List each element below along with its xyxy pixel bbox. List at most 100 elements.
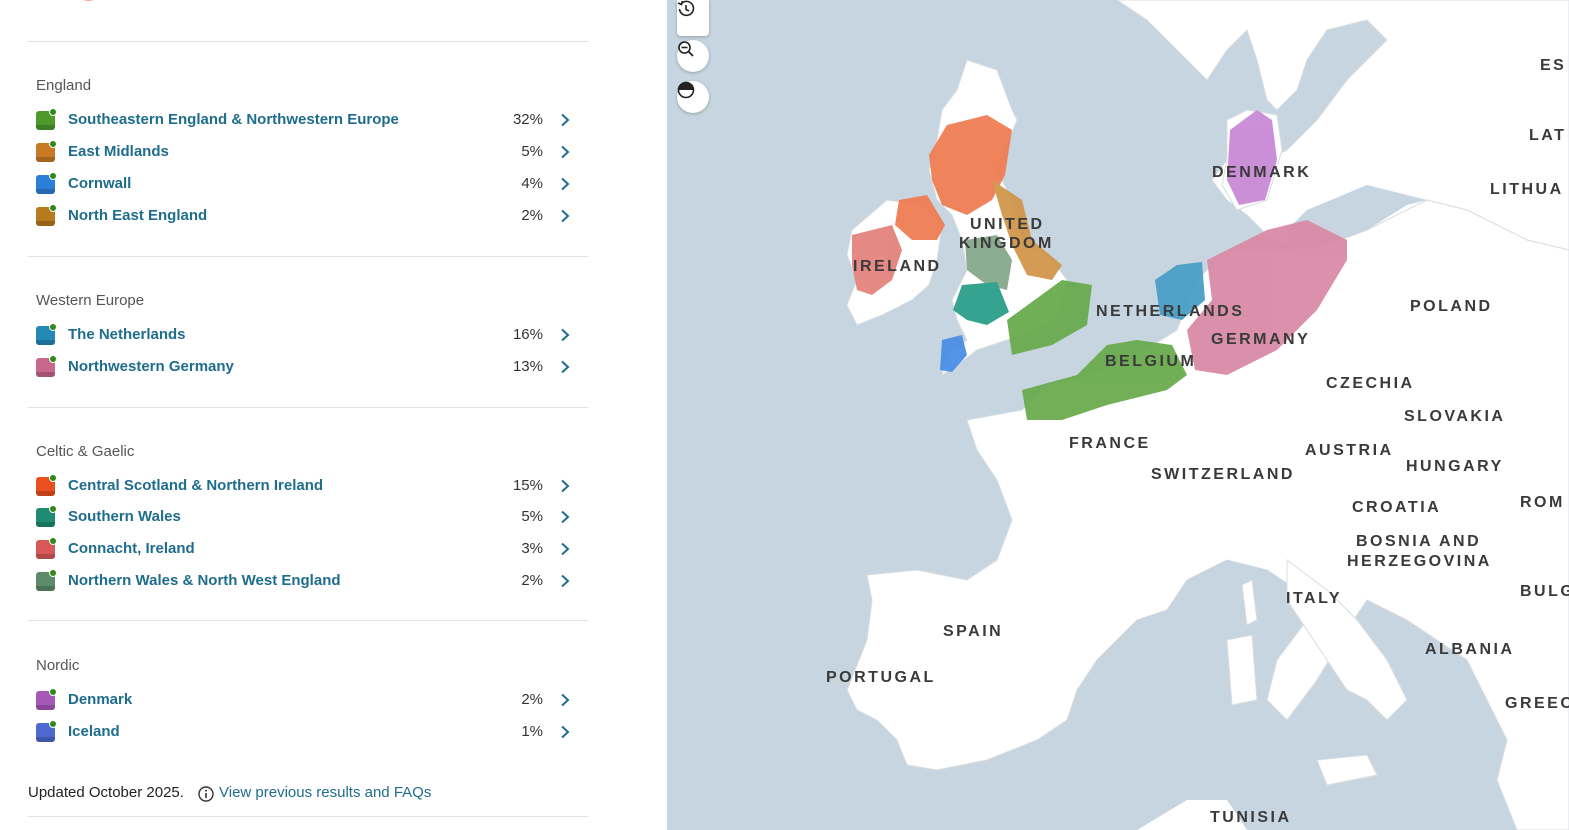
region-name[interactable]: Cornwall — [68, 175, 131, 192]
region-percentage: 4% — [521, 175, 543, 192]
map-label: LITHUA — [1490, 181, 1564, 198]
group-title: Nordic — [36, 657, 80, 674]
region-name[interactable]: Connacht, Ireland — [68, 540, 195, 557]
divider — [28, 816, 588, 817]
chevron-right-icon[interactable] — [558, 145, 572, 159]
map-label: DENMARK — [1212, 164, 1311, 181]
map-label: GERMANY — [1211, 331, 1310, 348]
ethnicity-map[interactable]: DENMARK UNITED KINGDOM IRELAND NETHERLANDS GE… — [667, 0, 1569, 830]
region-row[interactable]: Iceland 1% — [36, 720, 578, 744]
region-color-swatch — [36, 688, 57, 710]
region-color-swatch — [36, 505, 57, 527]
new-indicator-dot — [49, 108, 57, 116]
region-row[interactable]: Connacht, Ireland 3% — [36, 537, 578, 561]
chevron-right-icon[interactable] — [558, 360, 572, 374]
map-label: SPAIN — [943, 623, 1003, 640]
region-row[interactable]: Denmark 2% — [36, 688, 578, 712]
region-row[interactable]: The Netherlands 16% — [36, 323, 578, 347]
region-name[interactable]: Central Scotland & Northern Ireland — [68, 477, 323, 494]
previous-results-link[interactable]: View previous results and FAQs — [219, 784, 431, 801]
chevron-right-icon[interactable] — [558, 479, 572, 493]
region-row[interactable]: Cornwall 4% — [36, 172, 578, 196]
map-label: ALBANIA — [1425, 641, 1515, 658]
region-percentage: 5% — [521, 508, 543, 525]
group-title: England — [36, 77, 92, 94]
region-percentage: 13% — [512, 358, 543, 375]
map-label: GREEC — [1505, 695, 1569, 712]
region-name[interactable]: Southeastern England & Northwestern Euro… — [68, 111, 399, 128]
region-percentage: 3% — [521, 540, 543, 557]
region-name[interactable]: East Midlands — [68, 143, 169, 160]
region-color-swatch — [36, 355, 57, 377]
chevron-right-icon[interactable] — [558, 113, 572, 127]
updated-text: Updated October 2025. — [28, 784, 184, 801]
new-indicator-dot — [49, 323, 57, 331]
chevron-right-icon[interactable] — [558, 510, 572, 524]
region-name[interactable]: Northwestern Germany — [68, 358, 234, 375]
chevron-right-icon[interactable] — [558, 209, 572, 223]
map-label: FRANCE — [1069, 435, 1151, 452]
region-color-swatch — [36, 537, 57, 559]
region-percentage: 16% — [512, 326, 543, 343]
map-canvas[interactable]: DENMARK UNITED KINGDOM IRELAND NETHERLANDS GE… — [667, 0, 1569, 830]
region-percentage: 2% — [521, 207, 543, 224]
map-label: BOSNIA AND — [1356, 533, 1481, 550]
map-label: AUSTRIA — [1305, 442, 1394, 459]
chevron-right-icon[interactable] — [558, 177, 572, 191]
region-percentage: 2% — [521, 572, 543, 589]
map-label: NETHERLANDS — [1096, 303, 1244, 320]
contrast-button[interactable] — [677, 81, 709, 113]
map-label: CROATIA — [1352, 499, 1441, 516]
region-color-swatch — [36, 140, 57, 162]
region-percentage: 5% — [521, 143, 543, 160]
region-color-swatch — [36, 323, 57, 345]
region-row[interactable]: East Midlands 5% — [36, 140, 578, 164]
region-name[interactable]: The Netherlands — [68, 326, 186, 343]
region-percentage: 15% — [512, 477, 543, 494]
map-label: LAT — [1529, 127, 1566, 144]
new-indicator-dot — [49, 720, 57, 728]
new-indicator-dot — [49, 537, 57, 545]
zoom-out-button[interactable] — [677, 40, 709, 72]
chevron-right-icon[interactable] — [558, 542, 572, 556]
region-color-swatch — [36, 204, 57, 226]
group-title: Celtic & Gaelic — [36, 443, 135, 460]
new-indicator-dot — [49, 355, 57, 363]
new-indicator-dot — [49, 688, 57, 696]
region-name[interactable]: Southern Wales — [68, 508, 181, 525]
map-label: SWITZERLAND — [1151, 466, 1295, 483]
new-indicator-dot — [49, 569, 57, 577]
contrast-icon — [677, 81, 695, 99]
chevron-right-icon[interactable] — [558, 693, 572, 707]
region-color-swatch — [36, 172, 57, 194]
region-row[interactable]: Northwestern Germany 13% — [36, 355, 578, 379]
region-color-swatch — [36, 474, 57, 496]
region-row[interactable]: Southern Wales 5% — [36, 505, 578, 529]
history-icon — [677, 0, 695, 17]
region-color-swatch — [36, 108, 57, 130]
info-icon[interactable] — [198, 786, 214, 802]
new-indicator-dot — [49, 172, 57, 180]
map-label: HERZEGOVINA — [1347, 553, 1492, 570]
new-indicator-dot — [49, 474, 57, 482]
new-indicator-dot — [49, 204, 57, 212]
chevron-right-icon[interactable] — [558, 725, 572, 739]
region-name[interactable]: Denmark — [68, 691, 132, 708]
region-name[interactable]: Iceland — [68, 723, 120, 740]
map-label: SLOVAKIA — [1404, 408, 1505, 425]
chevron-right-icon[interactable] — [558, 328, 572, 342]
divider — [28, 41, 588, 42]
region-name[interactable]: North East England — [68, 207, 207, 224]
map-label: TUNISIA — [1210, 809, 1292, 826]
region-row[interactable]: North East England 2% — [36, 204, 578, 228]
divider — [28, 256, 588, 257]
map-label: ROM — [1520, 494, 1565, 511]
chevron-right-icon[interactable] — [558, 574, 572, 588]
region-row[interactable]: Central Scotland & Northern Ireland 15% — [36, 474, 578, 498]
map-label: BULG — [1520, 583, 1569, 600]
region-row[interactable]: Southeastern England & Northwestern Euro… — [36, 108, 578, 132]
region-name[interactable]: Northern Wales & North West England — [68, 572, 341, 589]
region-row[interactable]: Northern Wales & North West England 2% — [36, 569, 578, 593]
map-label: ITALY — [1286, 590, 1342, 607]
reset-view-button[interactable] — [677, 0, 709, 36]
